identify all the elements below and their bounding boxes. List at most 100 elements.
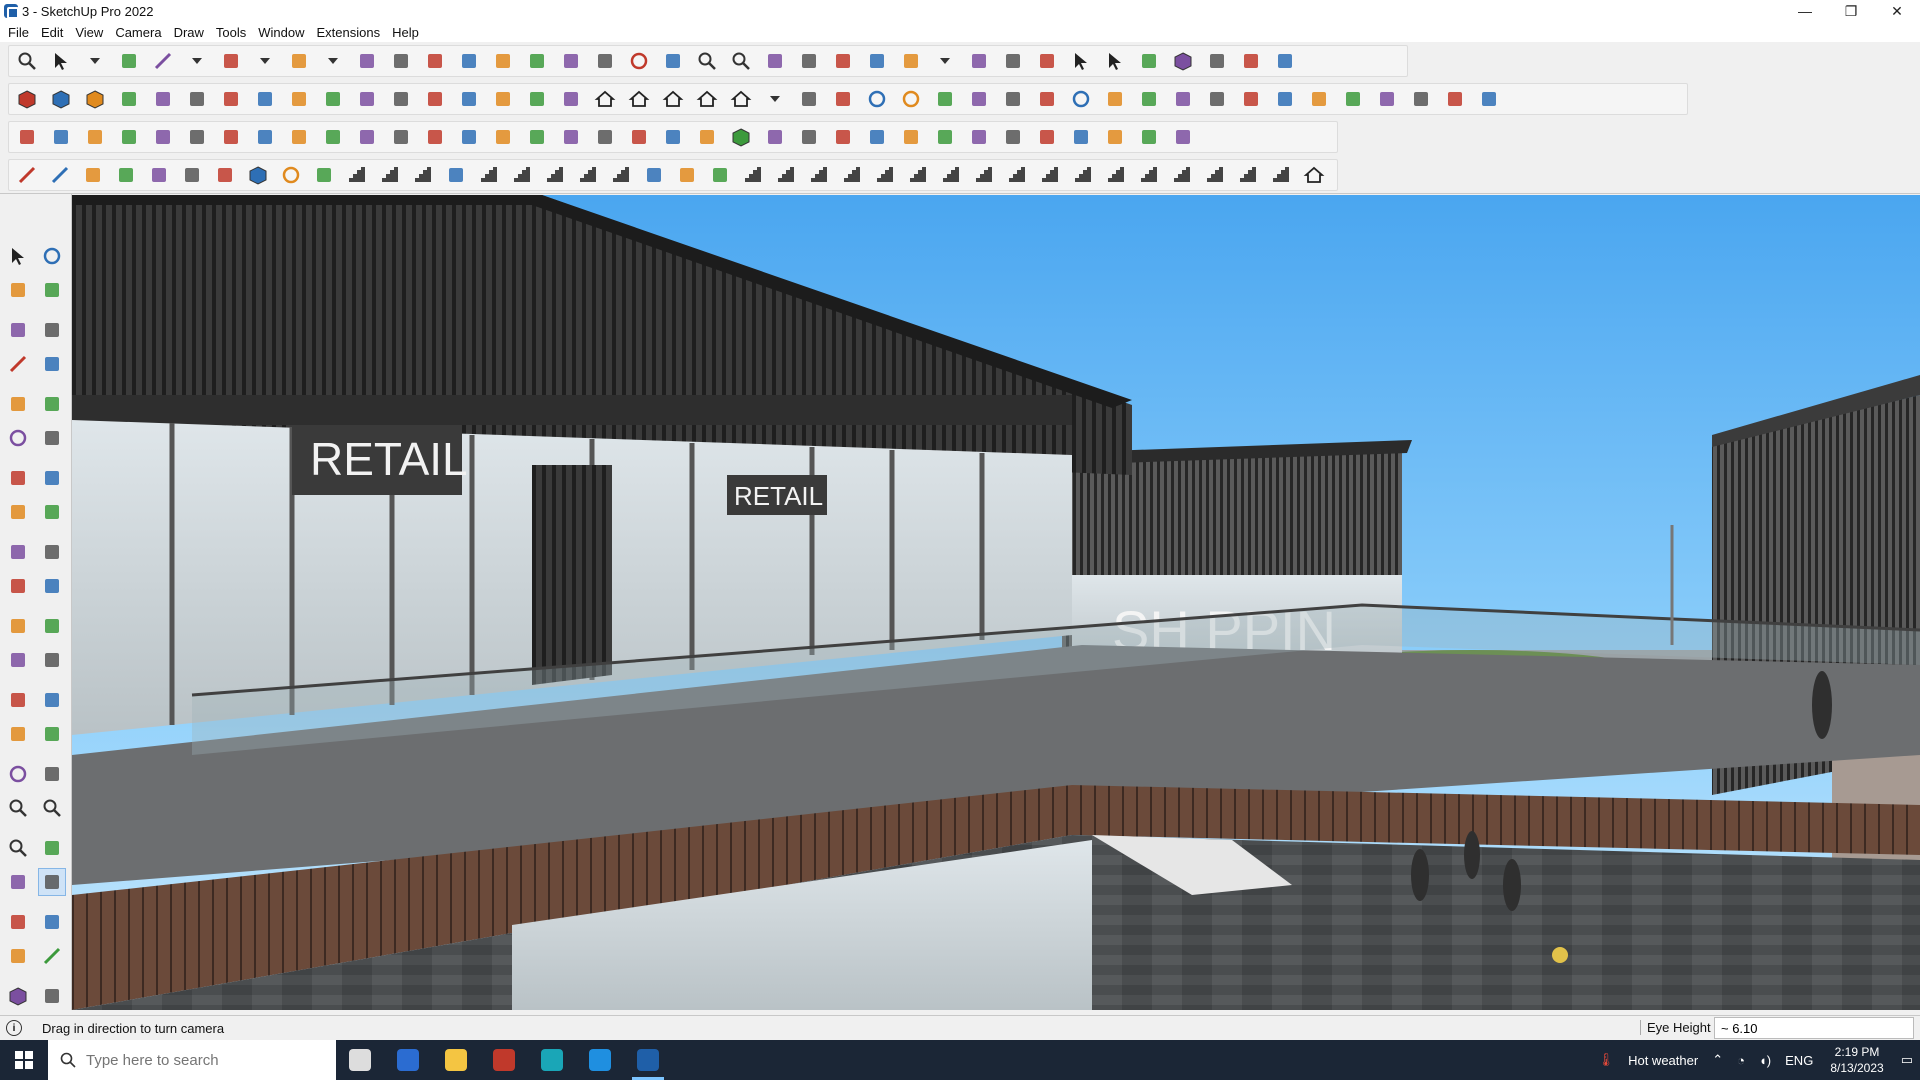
- person-button[interactable]: [897, 47, 925, 75]
- paint-button[interactable]: [591, 47, 619, 75]
- select-tool[interactable]: [4, 242, 32, 270]
- rail-button[interactable]: [409, 161, 436, 189]
- move-tool[interactable]: [4, 538, 32, 566]
- sketchup-app-icon[interactable]: [4, 4, 19, 19]
- curve-button[interactable]: [1169, 85, 1197, 113]
- stairs-button[interactable]: [607, 161, 634, 189]
- grid-button[interactable]: [999, 123, 1027, 151]
- component-button[interactable]: [999, 47, 1027, 75]
- info-icon[interactable]: i: [6, 1020, 22, 1036]
- spline-button[interactable]: [46, 161, 73, 189]
- cube-button[interactable]: [244, 161, 271, 189]
- rail-button[interactable]: [376, 161, 403, 189]
- warp-button[interactable]: [1271, 85, 1299, 113]
- terrain-button[interactable]: [557, 85, 585, 113]
- plane-button[interactable]: [81, 123, 109, 151]
- tag-button[interactable]: [897, 123, 925, 151]
- fan-button[interactable]: [310, 161, 337, 189]
- anchor-button[interactable]: [693, 123, 721, 151]
- frame-button[interactable]: [965, 123, 993, 151]
- taskbar-search[interactable]: [48, 1040, 336, 1080]
- zoom-extents-tool[interactable]: [4, 834, 32, 862]
- bend-button[interactable]: [387, 123, 415, 151]
- zoom-window-tool[interactable]: [38, 794, 66, 822]
- slice-button[interactable]: [1203, 85, 1231, 113]
- lasso-button[interactable]: [625, 123, 653, 151]
- select-arrow-button[interactable]: [47, 47, 75, 75]
- stairs-button[interactable]: [805, 161, 832, 189]
- stairs-button[interactable]: [475, 161, 502, 189]
- arc3-tool[interactable]: [38, 498, 66, 526]
- task-view-taskbar-button[interactable]: [336, 1040, 384, 1080]
- lasso-button[interactable]: [591, 123, 619, 151]
- ring-button[interactable]: [277, 161, 304, 189]
- draw-button[interactable]: [13, 161, 40, 189]
- spiral-button[interactable]: [183, 123, 211, 151]
- calculator-taskbar-button[interactable]: [384, 1040, 432, 1080]
- offset-tool[interactable]: [38, 612, 66, 640]
- scale-tool[interactable]: [4, 612, 32, 640]
- shape-button[interactable]: [251, 85, 279, 113]
- tape-measure-tool[interactable]: [4, 646, 32, 674]
- line-tool[interactable]: [4, 350, 32, 378]
- pencil-button[interactable]: [149, 47, 177, 75]
- stairs-button[interactable]: [1135, 161, 1162, 189]
- stairs-button[interactable]: [1003, 161, 1030, 189]
- house-button[interactable]: [625, 85, 653, 113]
- model-viewport[interactable]: SH PPIN RETAIL RETAIL: [72, 195, 1920, 1010]
- shell-button[interactable]: [673, 161, 700, 189]
- outliner-tool[interactable]: [38, 942, 66, 970]
- hex-button[interactable]: [145, 161, 172, 189]
- plane-button[interactable]: [13, 123, 41, 151]
- stairs-button[interactable]: [1234, 161, 1261, 189]
- tag-layer-tool[interactable]: [4, 942, 32, 970]
- cone-button[interactable]: [523, 123, 551, 151]
- house-button[interactable]: [693, 85, 721, 113]
- menu-edit[interactable]: Edit: [39, 25, 71, 40]
- weather-text[interactable]: Hot weather: [1628, 1053, 1698, 1068]
- slice-button[interactable]: [1237, 85, 1265, 113]
- curve-button[interactable]: [387, 85, 415, 113]
- curtain-button[interactable]: [795, 85, 823, 113]
- zoom-tool[interactable]: [4, 794, 32, 822]
- arc2-tool[interactable]: [4, 498, 32, 526]
- dropdown-button[interactable]: [319, 47, 347, 75]
- close-button[interactable]: ✕: [1874, 0, 1920, 22]
- section-button[interactable]: [795, 47, 823, 75]
- stairs-button[interactable]: [574, 161, 601, 189]
- arrow-up-button[interactable]: [1067, 47, 1095, 75]
- crosshair-button[interactable]: [489, 123, 517, 151]
- circle-button[interactable]: [863, 85, 891, 113]
- cross-button[interactable]: [421, 123, 449, 151]
- tape-button[interactable]: [523, 47, 551, 75]
- rect-button[interactable]: [285, 47, 313, 75]
- arrow-down-button[interactable]: [1101, 47, 1129, 75]
- menu-extensions[interactable]: Extensions: [315, 25, 389, 40]
- menu-tools[interactable]: Tools: [214, 25, 254, 40]
- bend-button[interactable]: [353, 123, 381, 151]
- house-button[interactable]: [727, 85, 755, 113]
- parallelogram-button[interactable]: [999, 85, 1027, 113]
- stamp-tool[interactable]: [38, 982, 66, 1010]
- previous-view-tool[interactable]: [38, 834, 66, 862]
- cube-button[interactable]: [727, 123, 755, 151]
- sandbox-tool[interactable]: [4, 982, 32, 1010]
- section-plane-tool[interactable]: [38, 908, 66, 936]
- stairs-button[interactable]: [904, 161, 931, 189]
- undo-button[interactable]: [1203, 47, 1231, 75]
- tag-button[interactable]: [863, 47, 891, 75]
- plane-button[interactable]: [149, 123, 177, 151]
- measure-button[interactable]: [1135, 47, 1163, 75]
- rotate-tool[interactable]: [4, 572, 32, 600]
- shape-button[interactable]: [183, 85, 211, 113]
- eraser-tool[interactable]: [38, 276, 66, 304]
- pan-button[interactable]: [659, 47, 687, 75]
- text-label-tool[interactable]: [38, 686, 66, 714]
- search-input[interactable]: [86, 1051, 276, 1069]
- star-button[interactable]: [455, 123, 483, 151]
- house-button[interactable]: [659, 85, 687, 113]
- frame-button[interactable]: [285, 123, 313, 151]
- section-plane-button[interactable]: [455, 85, 483, 113]
- dimension-tool[interactable]: [38, 646, 66, 674]
- weather-icon[interactable]: 🌡: [1598, 1052, 1615, 1068]
